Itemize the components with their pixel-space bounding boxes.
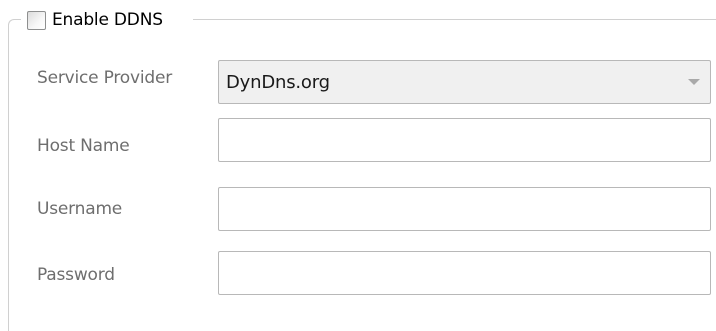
username-input[interactable] (219, 188, 710, 230)
group-border-left (8, 30, 9, 331)
ddns-group-legend: Enable DDNS (27, 8, 169, 32)
host-name-input[interactable] (219, 119, 710, 161)
group-border-top (193, 19, 716, 20)
group-border-corner (8, 19, 21, 32)
service-provider-label: Service Provider (37, 68, 173, 88)
password-label: Password (37, 265, 115, 285)
password-input[interactable] (219, 252, 710, 294)
username-field-box (218, 187, 711, 231)
chevron-down-icon[interactable] (688, 79, 700, 85)
service-provider-value: DynDns.org (226, 71, 330, 93)
enable-ddns-label[interactable]: Enable DDNS (52, 10, 163, 30)
service-provider-select[interactable]: DynDns.org (218, 60, 711, 104)
username-label: Username (37, 199, 123, 219)
host-name-label: Host Name (37, 136, 130, 156)
enable-ddns-checkbox[interactable] (27, 10, 46, 30)
ddns-settings-panel: Enable DDNS Service Provider DynDns.org … (0, 0, 716, 331)
password-field-box (218, 251, 711, 295)
host-name-field-box (218, 118, 711, 162)
